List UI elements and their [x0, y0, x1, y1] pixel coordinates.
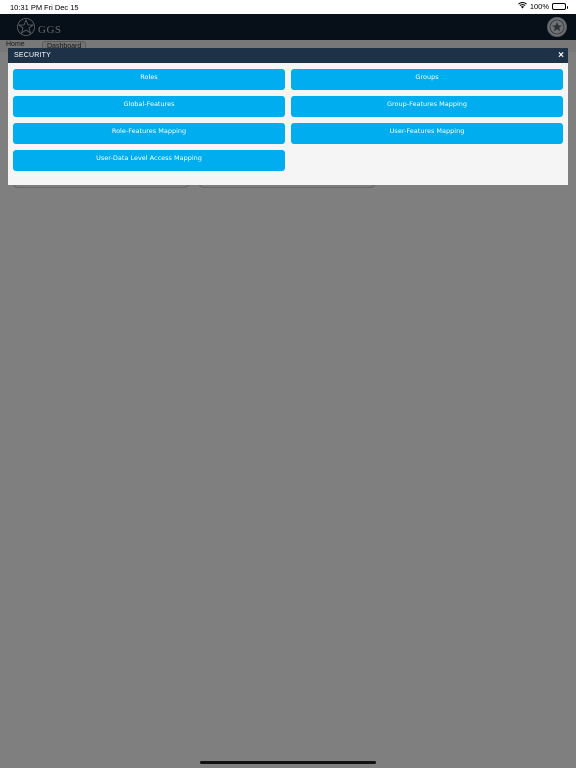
modal-header: SECURITY ×	[8, 48, 568, 63]
security-modal: SECURITY × Roles Groups Global-Features …	[8, 48, 568, 185]
home-indicator[interactable]	[200, 761, 376, 764]
battery-percent: 100%	[529, 2, 549, 11]
modal-body: Roles Groups Global-Features Group-Featu…	[8, 63, 568, 185]
battery-icon	[552, 3, 568, 10]
global-features-button[interactable]: Global-Features	[13, 96, 285, 117]
modal-title: SECURITY	[14, 52, 51, 59]
roles-button[interactable]: Roles	[13, 69, 285, 90]
groups-button[interactable]: Groups	[291, 69, 563, 90]
wifi-icon	[517, 2, 527, 11]
group-features-mapping-button[interactable]: Group-Features Mapping	[291, 96, 563, 117]
status-bar: 10:31 PM Fri Dec 15 100%	[0, 0, 576, 14]
user-features-mapping-button[interactable]: User-Features Mapping	[291, 123, 563, 144]
status-time: 10:31 PM	[10, 3, 43, 12]
close-icon[interactable]: ×	[558, 50, 564, 61]
role-features-mapping-button[interactable]: Role-Features Mapping	[13, 123, 285, 144]
user-data-level-access-mapping-button[interactable]: User-Data Level Access Mapping	[13, 150, 285, 171]
status-indicators: 100%	[517, 2, 568, 11]
status-date: Fri Dec 15	[44, 3, 79, 12]
